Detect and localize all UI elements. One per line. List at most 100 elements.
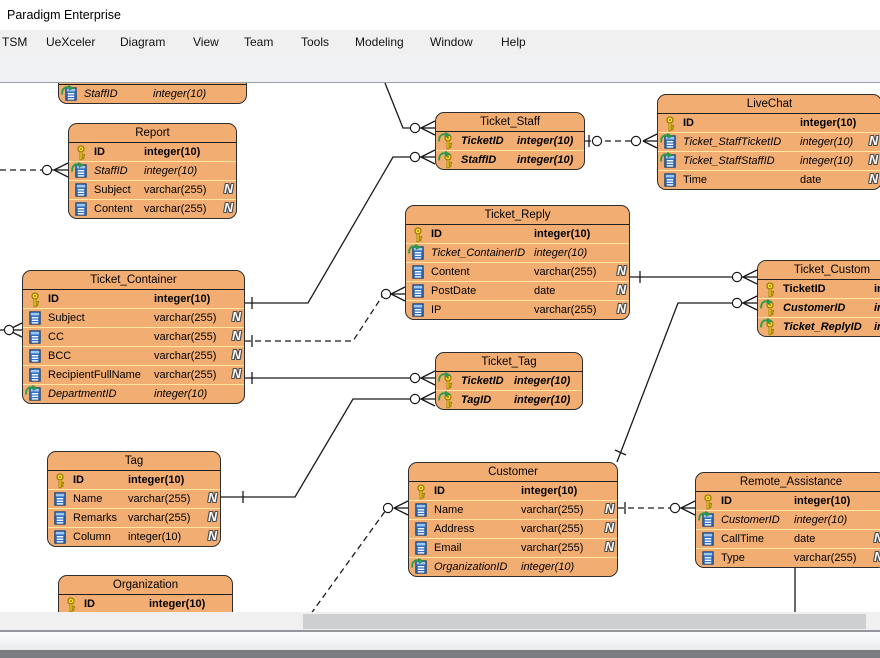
- column-row[interactable]: TicketIDinteger(10): [758, 280, 880, 298]
- column-row[interactable]: IDinteger(10): [69, 143, 236, 161]
- column-type: integer(10): [144, 146, 200, 158]
- column-row[interactable]: StaffIDinteger(10): [436, 150, 584, 169]
- column-row[interactable]: CustomerIDinteger(10): [696, 510, 880, 529]
- menu-uexceler[interactable]: UeXceler: [46, 30, 95, 55]
- column-row[interactable]: IDinteger(10): [23, 290, 244, 308]
- column-row[interactable]: TicketIDinteger(10): [436, 372, 582, 390]
- relationship-ticket_reply-to-ticket_custom[interactable]: [630, 270, 757, 284]
- entity-Ticket_Staff[interactable]: Ticket_StaffTicketIDinteger(10)StaffIDin…: [435, 112, 585, 170]
- relationship-ticket_container-to-ticket_tag[interactable]: [245, 371, 435, 385]
- column-row[interactable]: Ticket_ReplyIDinteger(10): [758, 317, 880, 336]
- column-row[interactable]: TicketIDinteger(10): [436, 132, 584, 150]
- column-row[interactable]: StaffIDinteger(10): [69, 161, 236, 180]
- column-name: StaffID: [84, 88, 118, 100]
- entity-Report[interactable]: ReportIDinteger(10)StaffIDinteger(10)Sub…: [68, 123, 237, 219]
- column-row[interactable]: DepartmentIDinteger(10): [23, 384, 244, 403]
- entity-Ticket_Container[interactable]: Ticket_ContainerIDinteger(10)Subjectvarc…: [22, 270, 245, 404]
- column-row[interactable]: CustomerIDinteger(10): [758, 298, 880, 317]
- menu-team[interactable]: Team: [244, 30, 273, 55]
- nullable-icon: N: [874, 550, 880, 565]
- column-type: date: [800, 174, 821, 186]
- column-icon: [412, 502, 430, 518]
- zero-cardinality-circle: [592, 136, 601, 145]
- column-row[interactable]: Ticket_StaffTicketIDinteger(10)N: [658, 132, 880, 151]
- column-row[interactable]: Remarksvarchar(255)N: [48, 508, 220, 527]
- column-row[interactable]: RecipientFullNamevarchar(255)N: [23, 365, 244, 384]
- nullable-icon: N: [869, 153, 878, 168]
- relationship-ticket_staff-to-livechat[interactable]: [585, 134, 657, 148]
- column-row[interactable]: Subjectvarchar(255)N: [69, 180, 236, 199]
- column-row[interactable]: Namevarchar(255)N: [48, 489, 220, 508]
- column-name: Content: [431, 266, 470, 278]
- menu-view[interactable]: View: [193, 30, 219, 55]
- entity-LiveChat[interactable]: LiveChatIDinteger(10)Ticket_StaffTicketI…: [657, 94, 880, 190]
- column-name: Ticket_ContainerID: [431, 247, 525, 259]
- relationship-left-to-ticket_container[interactable]: [0, 323, 22, 337]
- entity-Ticket_Reply[interactable]: Ticket_ReplyIDinteger(10)Ticket_Containe…: [405, 205, 630, 320]
- horizontal-scrollbar-thumb[interactable]: [303, 614, 866, 629]
- column-row[interactable]: Typevarchar(255)N: [696, 548, 880, 567]
- column-row[interactable]: Subjectvarchar(255)N: [23, 308, 244, 327]
- column-name: RecipientFullName: [48, 369, 141, 381]
- relationship-ticket_container-to-ticket_reply[interactable]: [245, 287, 405, 347]
- column-type: varchar(255): [128, 493, 190, 505]
- nullable-icon: N: [232, 348, 241, 363]
- nullable-icon: N: [232, 367, 241, 382]
- column-icon: [699, 531, 717, 547]
- column-name: ID: [721, 495, 732, 507]
- column-row[interactable]: IDinteger(10): [48, 471, 220, 489]
- entity-Organization[interactable]: OrganizationIDinteger(10): [58, 575, 233, 612]
- entity-Remote_Assistance[interactable]: Remote_AssistanceIDinteger(10)CustomerID…: [695, 472, 880, 568]
- column-row[interactable]: Contentvarchar(255)N: [406, 262, 629, 281]
- menu-modeling[interactable]: Modeling: [355, 30, 404, 55]
- column-name: Subject: [94, 184, 131, 196]
- relationship-staff-to-ticket_staff[interactable]: [385, 83, 435, 135]
- column-row[interactable]: IDinteger(10): [59, 595, 232, 612]
- column-row[interactable]: OrganizationIDinteger(10): [409, 557, 617, 576]
- column-row[interactable]: CCvarchar(255)N: [23, 327, 244, 346]
- column-row[interactable]: StaffIDinteger(10): [59, 85, 246, 103]
- foreign-key-icon: [412, 559, 430, 575]
- column-row[interactable]: Addressvarchar(255)N: [409, 519, 617, 538]
- relationship-organization-to-customer[interactable]: [305, 501, 408, 612]
- relationship-customer-to-remote_assistance[interactable]: [618, 501, 695, 515]
- column-row[interactable]: Columninteger(10)N: [48, 527, 220, 546]
- menu-tools[interactable]: Tools: [301, 30, 329, 55]
- relationship-left-to-report[interactable]: [0, 163, 68, 177]
- column-row[interactable]: IDinteger(10): [406, 225, 629, 243]
- entity-Ticket_Custom[interactable]: Ticket_CustomTicketIDinteger(10)Customer…: [757, 260, 880, 337]
- nullable-icon: N: [224, 201, 233, 216]
- column-icon: [409, 283, 427, 299]
- column-row[interactable]: TimedateN: [658, 170, 880, 189]
- entity-Customer[interactable]: CustomerIDinteger(10)Namevarchar(255)NAd…: [408, 462, 618, 577]
- zero-cardinality-circle: [631, 136, 640, 145]
- horizontal-scrollbar-track[interactable]: [0, 612, 880, 630]
- relationship-tag-to-ticket_tag[interactable]: [221, 392, 435, 503]
- column-name: TicketID: [461, 375, 504, 387]
- diagram-canvas[interactable]: StaffIDinteger(10)ReportIDinteger(10)Sta…: [0, 83, 880, 612]
- relationship-customer-to-ticket_custom[interactable]: [615, 296, 757, 462]
- column-row[interactable]: Emailvarchar(255)N: [409, 538, 617, 557]
- entity-Tag[interactable]: TagIDinteger(10)Namevarchar(255)NRemarks…: [47, 451, 221, 547]
- column-icon: [51, 491, 69, 507]
- menu-tsm[interactable]: TSM: [2, 30, 27, 55]
- column-row[interactable]: Ticket_StaffStaffIDinteger(10)N: [658, 151, 880, 170]
- column-name: ID: [84, 598, 95, 610]
- entity-partial[interactable]: StaffIDinteger(10): [58, 83, 247, 104]
- column-row[interactable]: BCCvarchar(255)N: [23, 346, 244, 365]
- column-row[interactable]: Ticket_ContainerIDinteger(10): [406, 243, 629, 262]
- menu-diagram[interactable]: Diagram: [120, 30, 165, 55]
- column-row[interactable]: IDinteger(10): [658, 114, 880, 132]
- column-row[interactable]: PostDatedateN: [406, 281, 629, 300]
- menu-help[interactable]: Help: [501, 30, 526, 55]
- entity-Ticket_Tag[interactable]: Ticket_TagTicketIDinteger(10)TagIDintege…: [435, 352, 583, 410]
- column-row[interactable]: Namevarchar(255)N: [409, 500, 617, 519]
- column-row[interactable]: TagIDinteger(10): [436, 390, 582, 409]
- column-row[interactable]: Contentvarchar(255)N: [69, 199, 236, 218]
- column-row[interactable]: IPvarchar(255)N: [406, 300, 629, 319]
- column-row[interactable]: CallTimedateN: [696, 529, 880, 548]
- primary-key-icon: [699, 493, 717, 509]
- column-row[interactable]: IDinteger(10): [696, 492, 880, 510]
- column-row[interactable]: IDinteger(10): [409, 482, 617, 500]
- menu-window[interactable]: Window: [430, 30, 473, 55]
